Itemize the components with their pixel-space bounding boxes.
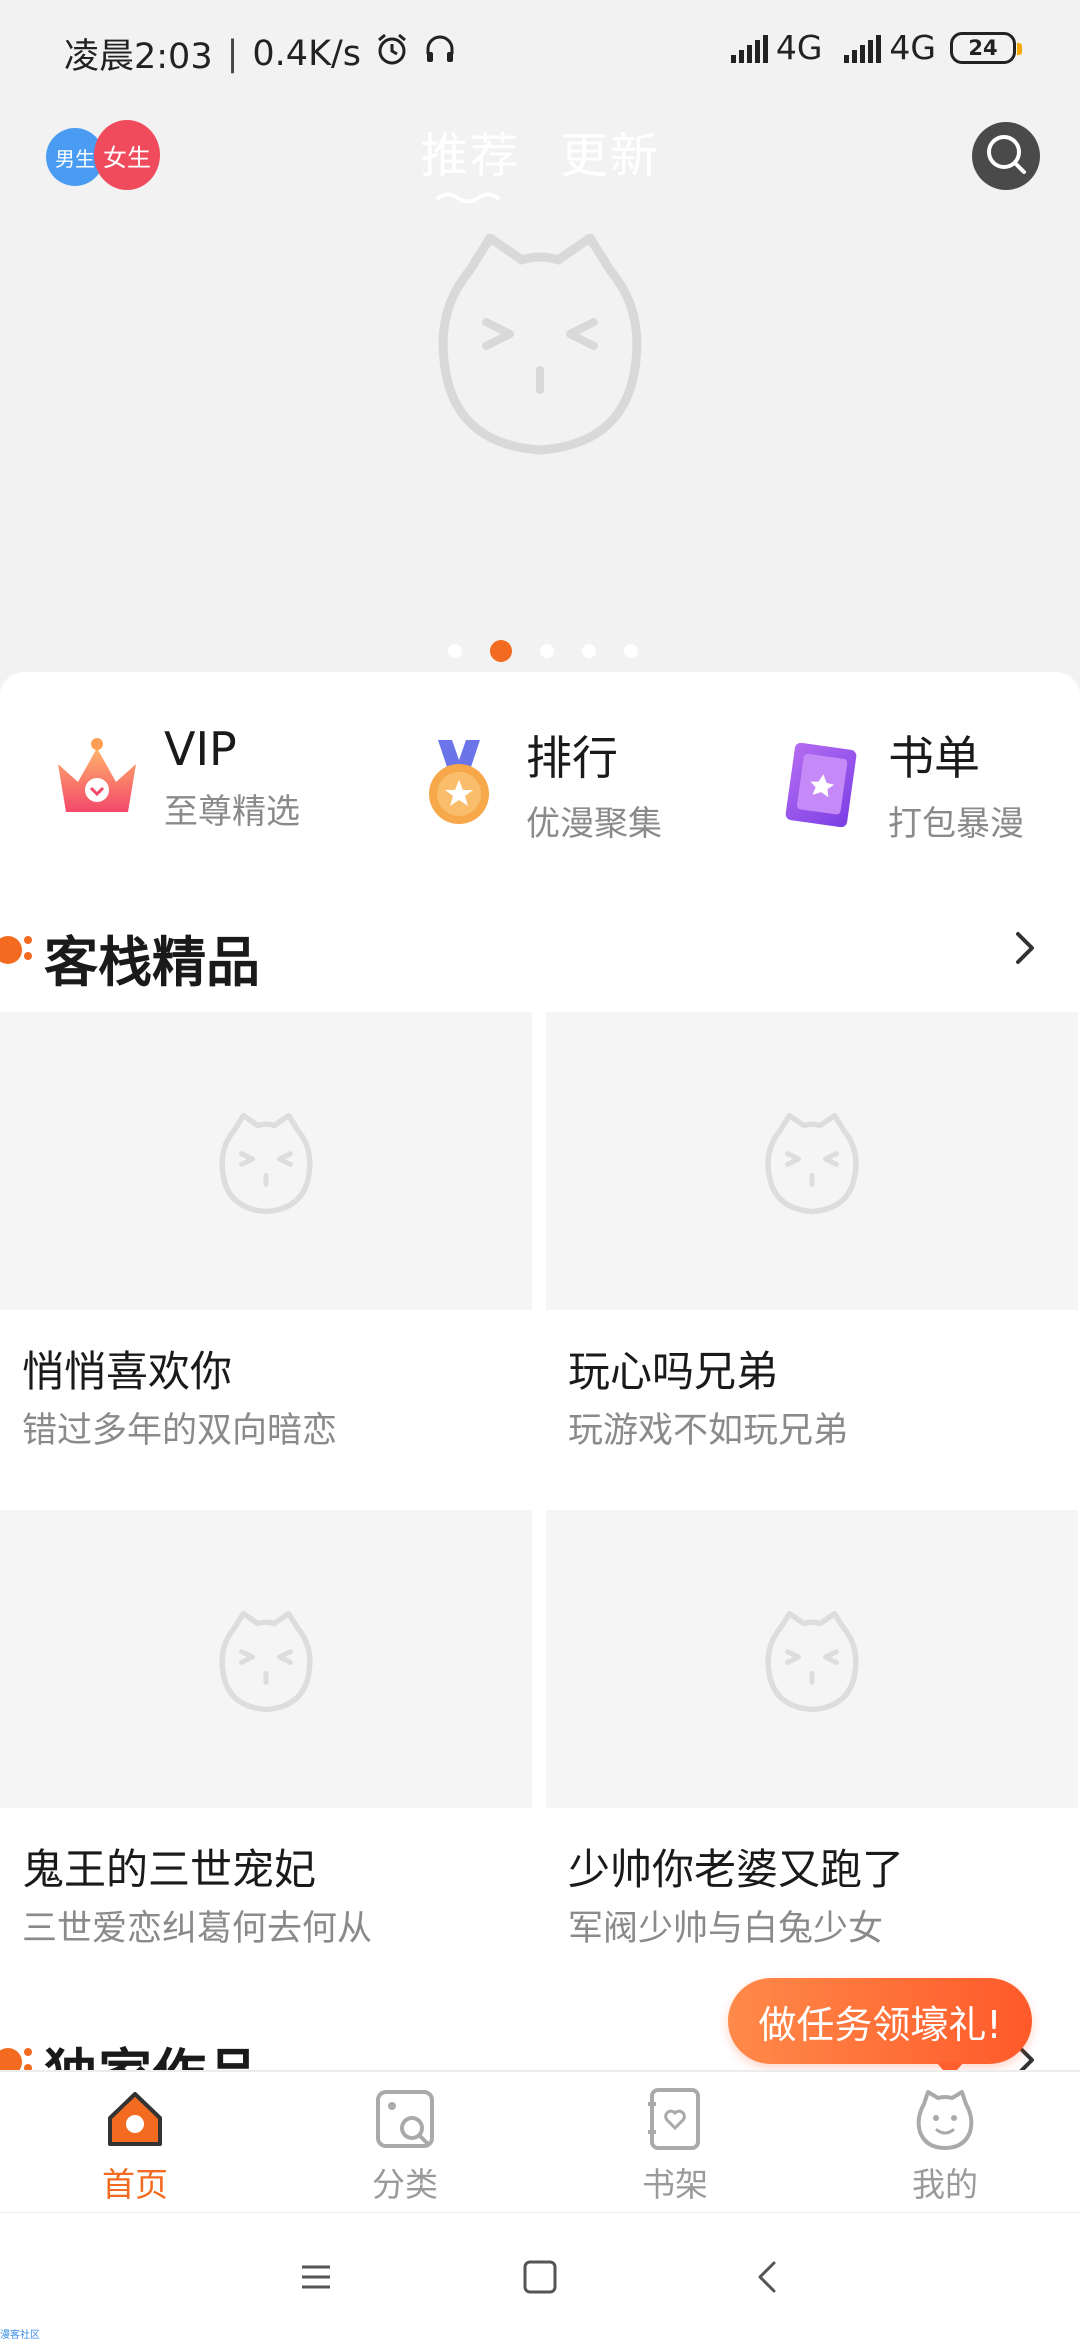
comic-card[interactable]: 玩心吗兄弟 玩游戏不如玩兄弟 [546,1012,1078,1510]
battery-level: 24 [968,35,998,60]
comic-cover [0,1510,532,1808]
section-header-featured[interactable]: 客栈精品 [0,908,1080,994]
search-button[interactable] [972,122,1040,190]
carousel-dot [582,644,596,658]
nav-bookshelf[interactable]: 书架 [585,2086,765,2212]
comic-title: 玩心吗兄弟 [568,1347,779,1396]
entry-vip-subtitle: 至尊精选 [164,792,300,832]
comic-title: 悄悄喜欢你 [22,1347,233,1396]
tab-recommend[interactable]: 推荐 [420,116,520,186]
entry-booklist-subtitle: 打包暴漫 [888,804,1024,844]
nav-home[interactable]: 首页 [45,2086,225,2212]
nav-category-label: 分类 [372,2165,438,2204]
nav-home-label: 首页 [102,2165,168,2204]
menu-icon[interactable] [292,2253,340,2301]
comic-card[interactable]: 悄悄喜欢你 错过多年的双向暗恋 [0,1012,532,1510]
gender-female-badge[interactable]: 女生 [94,120,160,190]
tab-active-indicator [434,190,504,204]
signal-icon [844,33,882,63]
nav-bookshelf-label: 书架 [642,2165,708,2204]
medal-icon [414,736,504,832]
placeholder-mascot-icon [216,1112,316,1216]
comic-card[interactable]: 鬼王的三世宠妃 三世爱恋纠葛何去何从 [0,1510,532,2008]
comic-title: 鬼王的三世宠妃 [22,1845,317,1894]
comic-description: 玩游戏不如玩兄弟 [568,1411,849,1451]
carousel-dot [624,644,638,658]
gender-toggle[interactable]: 男生 女生 [46,120,166,192]
network-label-1: 4G [775,28,823,67]
task-reward-bubble[interactable]: 做任务领壕礼! [728,1978,1032,2078]
banner-carousel[interactable] [0,0,1080,690]
profile-icon [912,2086,978,2152]
nav-profile[interactable]: 我的 [855,2086,1035,2212]
headphones-icon [423,32,457,75]
placeholder-mascot-icon [762,1112,862,1216]
bottom-nav: 首页 分类 书架 我的 [0,2070,1080,2210]
entry-vip-title: VIP [164,722,237,776]
home-icon [102,2086,168,2152]
entry-ranking[interactable]: 排行 优漫聚集 [414,722,662,845]
entry-booklist-title: 书单 [888,731,980,785]
comic-cover [546,1012,1078,1310]
section-dot-icon [0,2042,36,2070]
section-title: 独家作品 [44,2030,260,2070]
comic-description: 错过多年的双向暗恋 [22,1411,338,1451]
entry-ranking-subtitle: 优漫聚集 [526,804,662,844]
signal-icon [730,33,768,63]
section-title: 客栈精品 [44,931,260,994]
entry-vip[interactable]: VIP 至尊精选 [52,722,300,833]
carousel-dot [540,644,554,658]
status-time: 凌晨2:03 [64,37,213,77]
search-icon [983,131,1029,181]
home-square-icon[interactable] [516,2253,564,2301]
battery-icon: 24 [950,31,1022,64]
tab-update[interactable]: 更新 [560,116,660,186]
quick-entry-card: VIP 至尊精选 排行 优漫聚集 书单 打包暴漫 [0,672,1080,872]
placeholder-mascot-icon [216,1610,316,1714]
section-dot-icon [0,930,36,974]
comic-card[interactable]: 少帅你老婆又跑了 军阀少帅与白兔少女 [546,1510,1078,2008]
comic-title: 少帅你老婆又跑了 [568,1845,905,1894]
alarm-icon [375,32,409,75]
comic-description: 军阀少帅与白兔少女 [568,1909,884,1949]
placeholder-mascot-icon [430,230,650,460]
category-icon [372,2086,438,2152]
comic-cover [546,1510,1078,1808]
top-tabs: 推荐 更新 [420,116,660,186]
chevron-right-icon[interactable] [1004,928,1044,968]
carousel-dot [490,640,512,662]
status-speed: 0.4K/s [252,33,362,74]
network-label-2: 4G [889,28,936,67]
crown-icon [52,730,142,826]
system-nav-bar [0,2212,1080,2340]
entry-booklist[interactable]: 书单 打包暴漫 [776,722,1024,845]
comic-cover [0,1012,532,1310]
carousel-dots [448,640,638,662]
nav-profile-label: 我的 [912,2165,978,2204]
entry-ranking-title: 排行 [526,731,618,785]
comic-description: 三世爱恋纠葛何去何从 [22,1909,373,1949]
bookshelf-icon [642,2086,708,2152]
back-icon[interactable] [744,2253,792,2301]
community-tag: 漫客社区 [0,2330,40,2340]
status-bar: 凌晨2:03 | 0.4K/s 4G 4G 24 [0,0,1080,100]
nav-category[interactable]: 分类 [315,2086,495,2212]
placeholder-mascot-icon [762,1610,862,1714]
carousel-dot [448,644,462,658]
book-icon [776,736,866,832]
